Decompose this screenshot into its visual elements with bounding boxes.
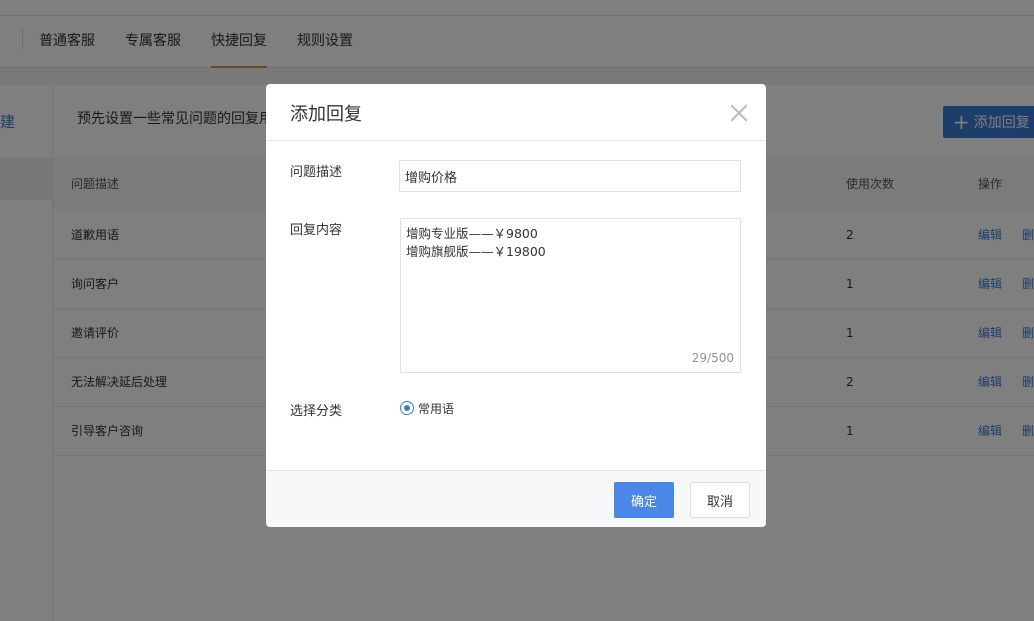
- question-label: 问题描述: [290, 165, 343, 180]
- confirm-button[interactable]: 确定: [614, 482, 674, 518]
- char-counter: 29/500: [691, 351, 734, 365]
- reply-content-textarea[interactable]: 增购专业版——￥9800 增购旗舰版——￥19800: [401, 219, 740, 372]
- radio-dot: [404, 405, 410, 411]
- category-label: 选择分类: [290, 404, 343, 419]
- question-input[interactable]: [399, 160, 741, 192]
- add-reply-dialog: 添加回复 问题描述 回复内容 增购专业版——￥9800 增购旗舰版——￥1980…: [266, 84, 766, 527]
- dialog-title: 添加回复: [290, 104, 362, 125]
- reply-label: 回复内容: [290, 223, 343, 238]
- category-option-label[interactable]: 常用语: [418, 400, 454, 417]
- category-radio[interactable]: [400, 401, 414, 415]
- cancel-button[interactable]: 取消: [690, 482, 750, 518]
- dialog-footer: 确定 取消: [266, 470, 766, 527]
- dialog-header: 添加回复: [266, 84, 766, 141]
- reply-content-box: 增购专业版——￥9800 增购旗舰版——￥19800 29/500: [400, 218, 741, 373]
- close-icon[interactable]: [728, 102, 750, 124]
